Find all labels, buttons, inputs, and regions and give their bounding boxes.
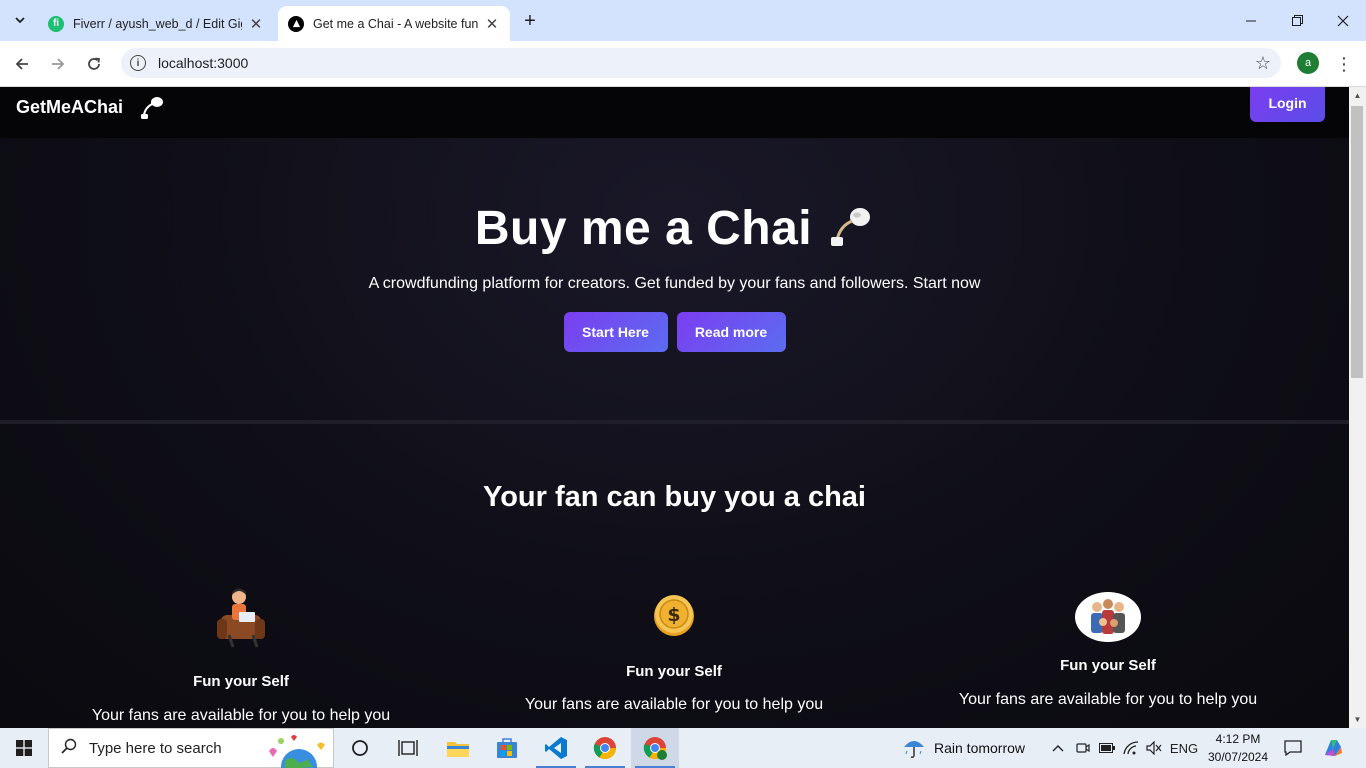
task-view-icon — [398, 740, 418, 756]
hero-buttons: Start Here Read more — [0, 312, 1349, 352]
feature-card: Fun your Self Your fans are available fo… — [51, 585, 431, 725]
store-icon — [497, 738, 517, 758]
nextjs-icon — [288, 15, 304, 32]
feature-description: Your fans are available for you to help … — [91, 707, 391, 724]
hero-title: Buy me a Chai — [474, 202, 813, 255]
system-clock[interactable]: 4:12 PM 30/07/2024 — [1200, 730, 1276, 766]
browser-toolbar: i localhost:3000 ☆ a ⋮ — [0, 41, 1366, 87]
scroll-down-arrow-icon[interactable]: ▼ — [1349, 711, 1366, 728]
copilot-icon[interactable] — [1320, 728, 1346, 768]
coin-icon: $ — [652, 593, 696, 637]
input-language[interactable]: ENG — [1168, 728, 1200, 768]
microsoft-store-button[interactable] — [483, 728, 531, 768]
minimize-button[interactable] — [1228, 0, 1274, 41]
restore-icon — [1291, 15, 1303, 26]
wifi-icon[interactable] — [1121, 728, 1141, 768]
chrome-profile-button[interactable] — [631, 728, 679, 768]
start-here-button[interactable]: Start Here — [563, 312, 668, 352]
close-icon — [1337, 15, 1349, 26]
reload-icon — [88, 57, 101, 70]
clock-time: 4:12 PM — [1215, 732, 1261, 746]
file-explorer-button[interactable] — [434, 728, 482, 768]
scroll-thumb[interactable] — [1351, 106, 1363, 378]
group-icon — [1075, 592, 1141, 642]
page-viewport: GetMeAChai Login Buy me a Chai A crowdfu… — [0, 87, 1349, 728]
umbrella-rain-icon — [904, 741, 924, 758]
new-tab-button[interactable]: + — [518, 9, 542, 33]
address-bar[interactable]: i localhost:3000 ☆ — [121, 48, 1281, 78]
tab-fiverr[interactable]: fi Fiverr / ayush_web_d / Edit Gig ✕ — [38, 6, 274, 41]
search-highlight-illustration-icon — [261, 731, 333, 768]
bookmark-star-icon[interactable]: ☆ — [1255, 53, 1271, 74]
windows-logo-icon — [16, 740, 32, 756]
forward-button[interactable] — [44, 50, 72, 78]
weather-widget[interactable]: Rain tomorrow — [902, 728, 1025, 768]
fiverr-icon: fi — [48, 15, 64, 32]
svg-text:$: $ — [667, 604, 680, 626]
hero-subtitle: A crowdfunding platform for creators. Ge… — [368, 275, 981, 292]
taskbar-search-input[interactable]: Type here to search — [48, 728, 334, 768]
weather-text: Rain tomorrow — [934, 740, 1026, 756]
page-scrollbar[interactable]: ▲ ▼ — [1349, 87, 1366, 728]
arrow-right-icon — [52, 58, 65, 70]
tab-title: Fiverr / ayush_web_d / Edit Gig — [73, 16, 242, 31]
start-button[interactable] — [0, 728, 48, 768]
login-button[interactable]: Login — [1250, 87, 1325, 122]
arrow-left-icon — [15, 58, 28, 70]
man-working-icon — [211, 585, 271, 649]
profile-avatar[interactable]: a — [1297, 52, 1319, 74]
clock-date: 30/07/2024 — [1207, 750, 1269, 764]
brand-logo-text[interactable]: GetMeAChai — [16, 97, 123, 118]
browser-menu-icon[interactable]: ⋮ — [1334, 50, 1354, 78]
section-title: Your fan can buy you a chai — [483, 481, 866, 513]
site-info-icon[interactable]: i — [130, 55, 146, 71]
cortana-button[interactable] — [336, 728, 384, 768]
site-navbar: GetMeAChai Login — [0, 87, 1349, 138]
read-more-button[interactable]: Read more — [676, 312, 786, 352]
tea-pouring-icon — [826, 204, 874, 253]
cortana-icon — [352, 740, 368, 756]
scroll-up-arrow-icon[interactable]: ▲ — [1349, 87, 1366, 104]
chrome-icon — [593, 737, 616, 759]
task-view-button[interactable] — [384, 728, 432, 768]
search-placeholder: Type here to search — [89, 739, 222, 757]
minimize-icon — [1246, 20, 1256, 21]
browser-tab-strip: fi Fiverr / ayush_web_d / Edit Gig ✕ Get… — [0, 0, 1366, 41]
chrome-profile-icon — [643, 737, 667, 760]
tray-overflow-icon[interactable] — [1048, 728, 1068, 768]
volume-muted-icon[interactable] — [1144, 728, 1164, 768]
tab-search-button[interactable] — [8, 8, 32, 32]
close-icon[interactable]: ✕ — [248, 16, 264, 33]
tab-title: Get me a Chai - A website fun y — [313, 16, 478, 31]
back-button[interactable] — [8, 50, 36, 78]
tab-getmeachai[interactable]: Get me a Chai - A website fun y ✕ — [278, 6, 510, 41]
windows-taskbar: Type here to search Rain tomorrow ENG 4:… — [0, 728, 1366, 768]
restore-button[interactable] — [1274, 0, 1320, 41]
close-icon[interactable]: ✕ — [484, 16, 500, 33]
section-divider — [0, 420, 1349, 424]
chevron-down-icon — [15, 17, 25, 24]
chrome-button[interactable] — [581, 728, 629, 768]
feature-card: $ Fun your Self Your fans are available … — [484, 593, 864, 714]
vscode-icon — [545, 737, 567, 759]
folder-icon — [447, 742, 469, 757]
search-icon — [61, 738, 77, 759]
battery-icon[interactable] — [1097, 728, 1117, 768]
feature-card: Fun your Self Your fans are available fo… — [918, 592, 1298, 709]
window-close-button[interactable] — [1320, 0, 1366, 41]
feature-title: Fun your Self — [1060, 657, 1156, 674]
meet-now-icon[interactable] — [1073, 728, 1093, 768]
hero-title-row: Buy me a Chai — [0, 201, 1349, 256]
feature-description: Your fans are available for you to help … — [958, 691, 1258, 708]
feature-title: Fun your Self — [626, 663, 722, 680]
url-text: localhost:3000 — [158, 55, 249, 71]
feature-description: Your fans are available for you to help … — [524, 696, 824, 713]
reload-button[interactable] — [80, 50, 108, 78]
vscode-button[interactable] — [532, 728, 580, 768]
tea-pouring-icon — [139, 94, 165, 125]
notifications-icon[interactable] — [1282, 728, 1304, 768]
feature-title: Fun your Self — [193, 673, 289, 690]
